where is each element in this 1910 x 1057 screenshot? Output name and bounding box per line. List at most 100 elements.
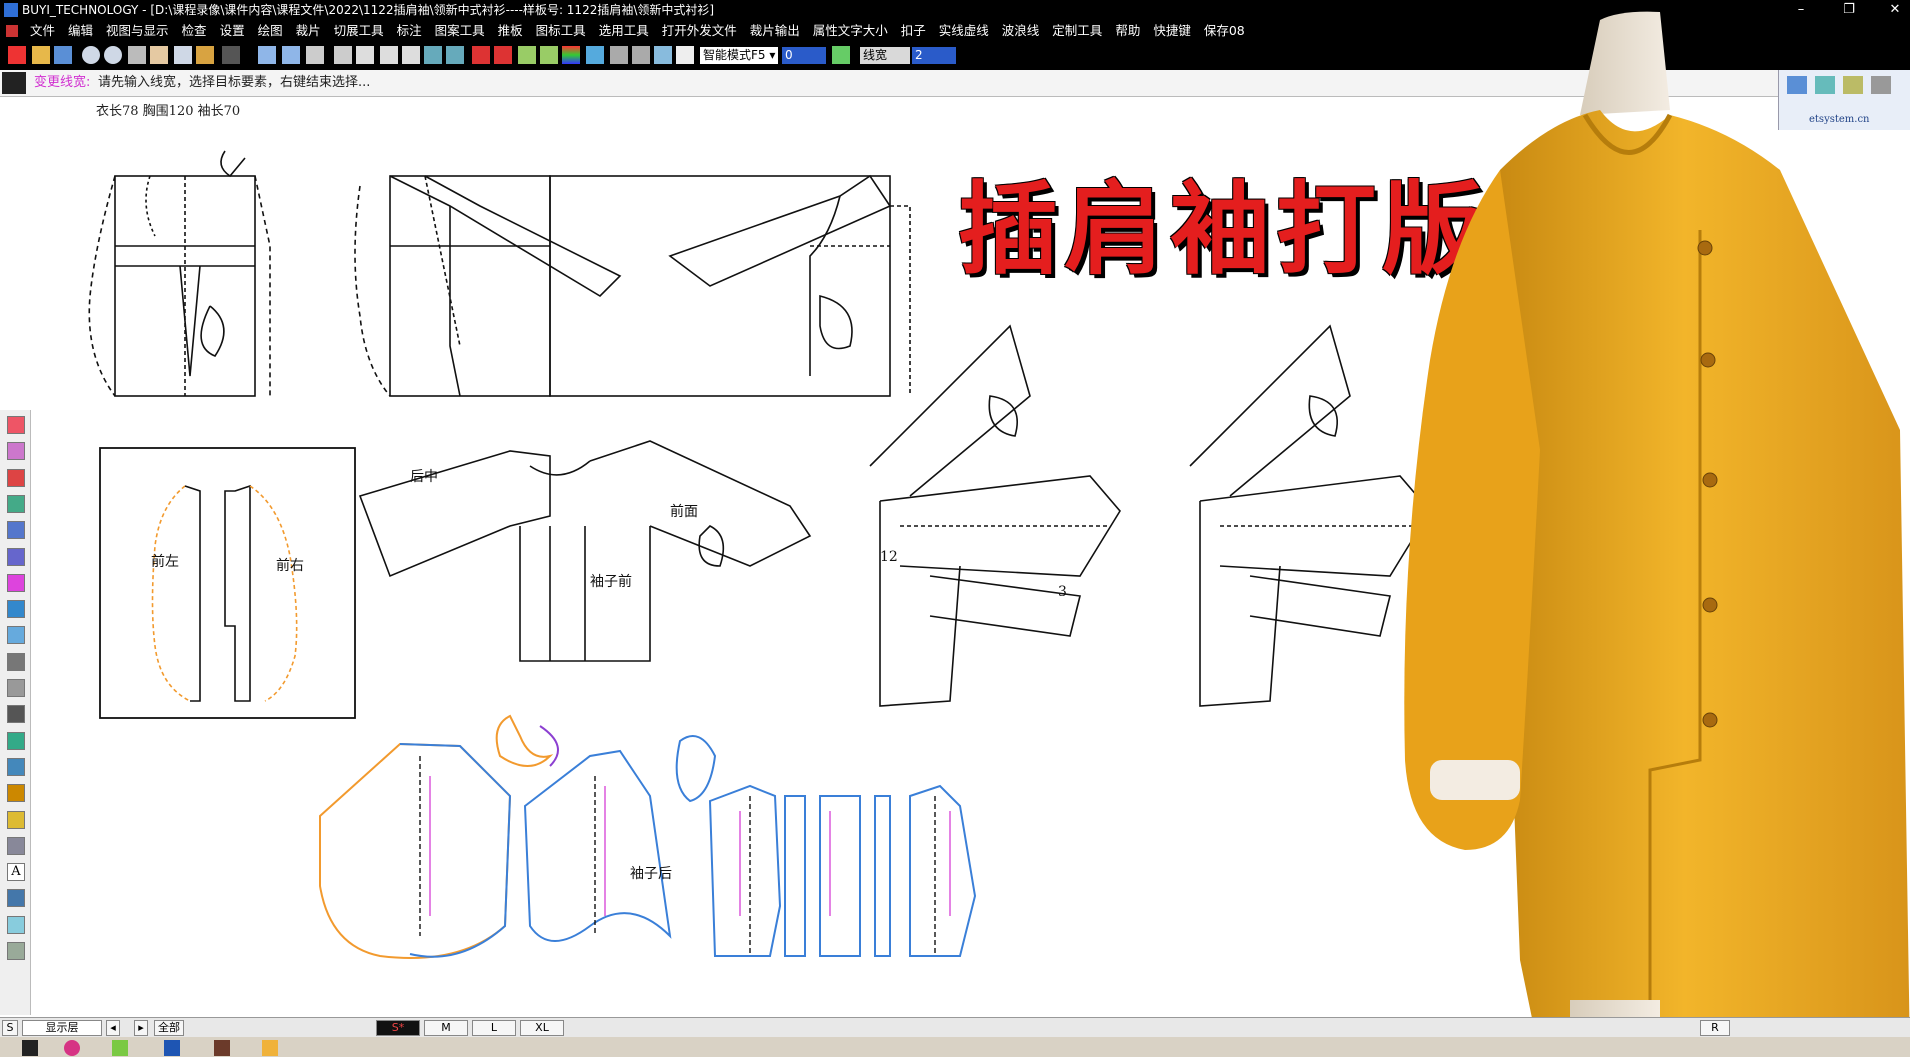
value-field[interactable]: 0 — [782, 47, 826, 64]
new-file-icon[interactable] — [8, 46, 26, 64]
status-label: 变更线宽: — [34, 75, 91, 90]
menu-item[interactable]: 实线虚线 — [939, 23, 989, 38]
start-icon[interactable] — [22, 1040, 38, 1056]
cross-icon[interactable] — [356, 46, 374, 64]
menu-item[interactable]: 推板 — [498, 23, 523, 38]
label-sleeve-rear: 袖子后 — [630, 866, 672, 882]
s-button[interactable]: S — [2, 1020, 18, 1036]
point-icon[interactable] — [306, 46, 324, 64]
menu-item[interactable]: 文件 — [30, 23, 55, 38]
taskbar-app2-icon[interactable] — [112, 1040, 128, 1056]
next-layer-button[interactable]: ▸ — [134, 1020, 148, 1036]
right-draft-1 — [869, 324, 1121, 707]
bucket-tool-icon[interactable] — [7, 889, 25, 908]
curve-tool-icon[interactable] — [7, 442, 25, 461]
taskbar-app5-icon[interactable] — [262, 1040, 278, 1056]
taskbar-app1-icon[interactable] — [64, 1040, 80, 1056]
pan-hand-icon[interactable] — [150, 46, 168, 64]
line-tool-icon[interactable] — [7, 468, 25, 487]
parallel-icon[interactable] — [446, 46, 464, 64]
angle-tool-icon[interactable] — [7, 652, 25, 671]
line-width-input[interactable]: 2 — [912, 47, 956, 64]
menu-item[interactable]: 绘图 — [258, 23, 283, 38]
save-tool-icon[interactable] — [7, 731, 25, 750]
undo-icon[interactable] — [196, 46, 214, 64]
menu-item[interactable]: 图标工具 — [536, 23, 586, 38]
arc-tool-icon[interactable] — [7, 679, 25, 697]
star-icon[interactable] — [586, 46, 604, 64]
fill-tool-icon[interactable] — [7, 915, 25, 934]
mirror-icon[interactable] — [402, 46, 420, 64]
menu-item[interactable]: 标注 — [397, 23, 422, 38]
rect-tool-icon[interactable] — [7, 547, 25, 566]
left-toolbox: A — [0, 410, 31, 1015]
menu-item[interactable]: 快捷键 — [1153, 23, 1191, 38]
menu-item[interactable]: 设置 — [220, 23, 245, 38]
menu-item[interactable]: 图案工具 — [435, 23, 485, 38]
measure-icon[interactable] — [540, 46, 558, 64]
menu-item[interactable]: 属性文字大小 — [813, 23, 888, 38]
r-button[interactable]: R — [1700, 1020, 1730, 1036]
menu-item[interactable]: 定制工具 — [1052, 23, 1102, 38]
angle-icon[interactable] — [424, 46, 442, 64]
menu-item[interactable]: 扣子 — [901, 23, 926, 38]
menu-item[interactable]: 视图与显示 — [106, 23, 169, 38]
measure-tool-icon[interactable] — [7, 705, 25, 724]
zoom-window-icon[interactable] — [174, 46, 192, 64]
frame-tool-icon[interactable] — [7, 573, 25, 592]
notch-icon[interactable] — [610, 46, 628, 64]
shape-tool-icon[interactable] — [7, 626, 25, 645]
menu-item[interactable]: 保存08 — [1204, 23, 1245, 38]
all-sizes-button[interactable]: 全部 — [154, 1020, 184, 1036]
pen-icon[interactable] — [472, 46, 490, 64]
funnel-tool-icon[interactable] — [7, 784, 25, 803]
menu-item[interactable]: 检查 — [182, 23, 207, 38]
multi-select-icon[interactable] — [282, 46, 300, 64]
anchor-icon[interactable] — [632, 46, 650, 64]
menu-items: 文件 编辑 视图与显示 检查 设置 绘图 裁片 切展工具 标注 图案工具 推板 图标工具 选用工具 打开外… — [30, 20, 1258, 42]
system-menu-icon[interactable] — [6, 25, 18, 37]
rotate-icon[interactable] — [380, 46, 398, 64]
hand-tool-icon[interactable] — [676, 46, 694, 64]
zoom-in-icon[interactable] — [104, 46, 122, 64]
menu-item[interactable]: 打开外发文件 — [662, 23, 737, 38]
notch-tool-icon[interactable] — [7, 810, 25, 829]
taskbar-app3-icon[interactable] — [164, 1040, 180, 1056]
grade-icon[interactable] — [518, 46, 536, 64]
hatch-icon[interactable] — [494, 46, 512, 64]
menu-item[interactable]: 裁片输出 — [750, 23, 800, 38]
open-file-icon[interactable] — [32, 46, 50, 64]
label-front-left: 前左 — [151, 553, 179, 570]
menu-item[interactable]: 切展工具 — [334, 23, 384, 38]
align-icon[interactable] — [334, 46, 352, 64]
text-tool-icon[interactable]: A — [7, 863, 25, 882]
size-m-button[interactable]: M — [424, 1020, 468, 1036]
prev-layer-button[interactable]: ◂ — [106, 1020, 120, 1036]
pen-tool-icon[interactable] — [7, 416, 25, 434]
grid-icon[interactable] — [654, 46, 672, 64]
size-s-button[interactable]: S* — [376, 1020, 420, 1036]
save-file-icon[interactable] — [54, 46, 72, 64]
front-raglan-draft — [549, 174, 911, 397]
menu-item[interactable]: 编辑 — [68, 23, 93, 38]
taskbar-app4-icon[interactable] — [214, 1040, 230, 1056]
menu-item[interactable]: 选用工具 — [599, 23, 649, 38]
align-tool-icon[interactable] — [7, 836, 25, 855]
redo-icon[interactable] — [222, 46, 240, 64]
hand-tool-icon[interactable] — [7, 942, 25, 960]
menu-item[interactable]: 帮助 — [1115, 23, 1140, 38]
zoom-out-icon[interactable] — [82, 46, 100, 64]
ruler-tool-icon[interactable] — [7, 494, 25, 513]
size-l-button[interactable]: L — [472, 1020, 516, 1036]
menu-item[interactable]: 裁片 — [296, 23, 321, 38]
help-tool-icon[interactable] — [7, 600, 25, 619]
size-xl-button[interactable]: XL — [520, 1020, 564, 1036]
select-icon[interactable] — [258, 46, 276, 64]
split-tool-icon[interactable] — [7, 521, 25, 540]
fit-view-icon[interactable] — [128, 46, 146, 64]
menu-item[interactable]: 波浪线 — [1002, 23, 1040, 38]
apply-icon[interactable] — [832, 46, 850, 64]
mode-select[interactable]: 智能模式F5 ▾ — [700, 47, 778, 64]
color-icon[interactable] — [562, 46, 580, 64]
corner-tool-icon[interactable] — [7, 757, 25, 776]
